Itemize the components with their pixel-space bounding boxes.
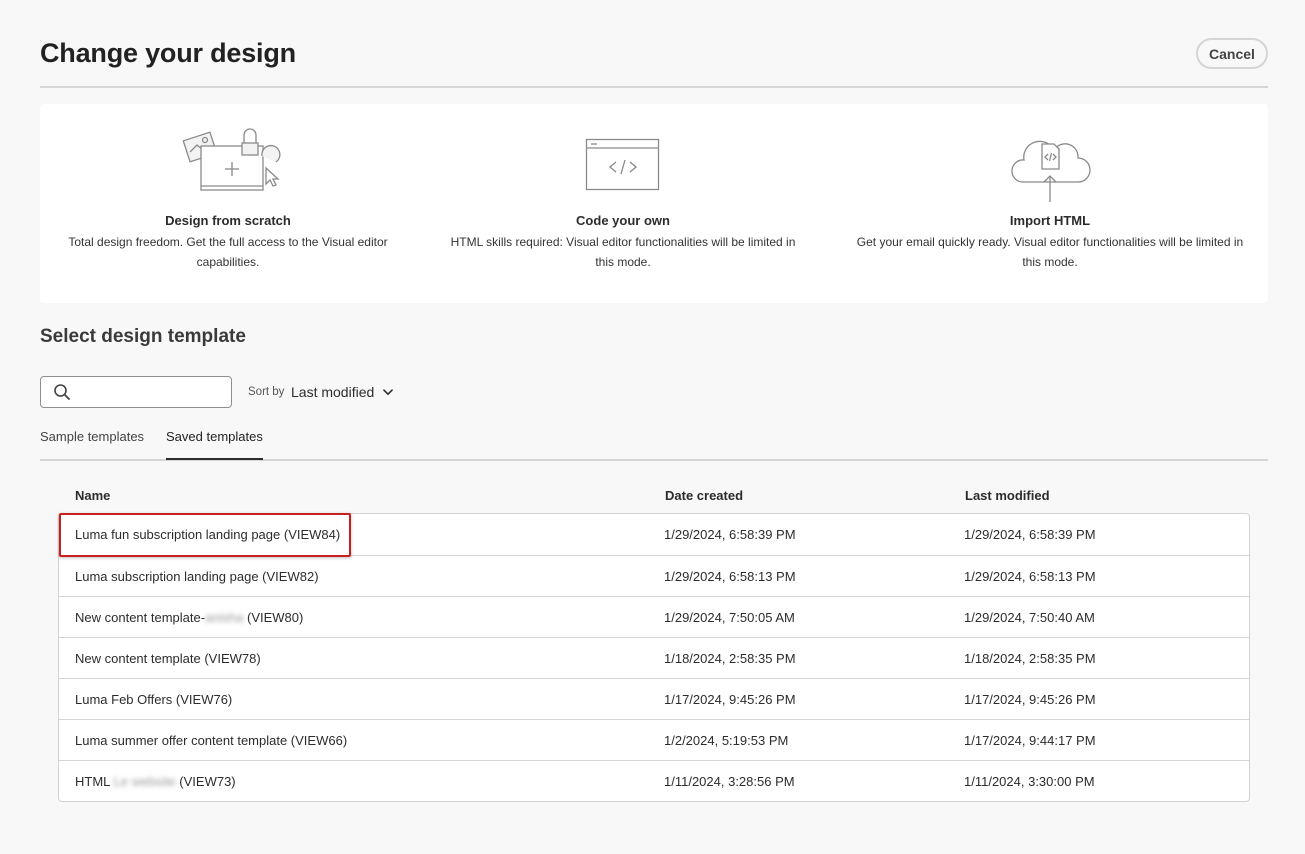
code-window-illustration <box>585 138 660 191</box>
section-title: Select design template <box>40 326 246 347</box>
row-date-created: 1/17/2024, 9:45:26 PM <box>664 692 796 707</box>
cancel-button[interactable]: Cancel <box>1196 38 1268 69</box>
table-row[interactable]: New content template (VIEW78) 1/18/2024,… <box>59 637 1249 678</box>
row-last-modified: 1/29/2024, 7:50:40 AM <box>964 610 1095 625</box>
column-header-last-modified[interactable]: Last modified <box>965 488 1050 503</box>
row-name-prefix: New content template- <box>75 610 206 625</box>
search-input[interactable] <box>77 378 227 406</box>
row-date-created: 1/18/2024, 2:58:35 PM <box>664 651 796 666</box>
option-description: Get your email quickly ready. Visual edi… <box>856 235 1244 269</box>
redacted-text: anisha <box>205 610 244 625</box>
row-name-prefix: HTML <box>75 774 114 789</box>
row-date-created: 1/29/2024, 7:50:05 AM <box>664 610 795 625</box>
design-options-panel: Design from scratch Total design freedom… <box>40 104 1268 303</box>
redacted-text: Le website <box>113 774 176 789</box>
row-name: Luma fun subscription landing page (VIEW… <box>75 527 341 542</box>
row-name: Luma subscription landing page (VIEW82) <box>75 569 319 584</box>
table-row[interactable]: Luma Feb Offers (VIEW76) 1/17/2024, 9:45… <box>59 678 1249 719</box>
tab-sample-templates[interactable]: Sample templates <box>40 429 144 458</box>
option-title: Code your own <box>576 213 670 228</box>
template-tabs: Sample templates Saved templates <box>40 420 1268 461</box>
row-date-created: 1/11/2024, 3:28:56 PM <box>664 774 795 789</box>
row-name: Luma summer offer content template (VIEW… <box>75 733 348 748</box>
tab-saved-templates[interactable]: Saved templates <box>166 429 263 460</box>
option-description: Total design freedom. Get the full acces… <box>68 235 388 269</box>
table-row[interactable]: HTML Le website (VIEW73) 1/11/2024, 3:28… <box>59 760 1249 801</box>
row-name: New content template (VIEW78) <box>75 651 261 666</box>
chevron-down-icon <box>383 388 394 395</box>
row-date-created: 1/29/2024, 6:58:39 PM <box>664 527 796 542</box>
option-title: Import HTML <box>1009 213 1091 228</box>
table-row[interactable]: Luma summer offer content template (VIEW… <box>59 719 1249 760</box>
row-last-modified: 1/11/2024, 3:30:00 PM <box>964 774 1095 789</box>
row-last-modified: 1/17/2024, 9:45:26 PM <box>964 692 1096 707</box>
row-last-modified: 1/17/2024, 9:44:17 PM <box>964 733 1096 748</box>
option-title: Design from scratch <box>165 213 291 228</box>
table-row[interactable]: Luma fun subscription landing page (VIEW… <box>59 514 1249 555</box>
row-date-created: 1/2/2024, 5:19:53 PM <box>664 733 789 748</box>
table-row[interactable]: New content template-anisha (VIEW80) 1/2… <box>59 596 1249 637</box>
page-title: Change your design <box>40 38 296 68</box>
cloud-upload-illustration <box>1011 140 1091 202</box>
row-name: HTML Le website (VIEW73) <box>75 774 236 789</box>
table-header: Name Date created Last modified <box>58 488 1250 506</box>
row-name-suffix: (VIEW73) <box>175 774 236 789</box>
templates-table: Luma fun subscription landing page (VIEW… <box>58 513 1250 802</box>
row-last-modified: 1/18/2024, 2:58:35 PM <box>964 651 1096 666</box>
sort-dropdown[interactable]: Last modified <box>291 383 394 401</box>
option-description: HTML skills required: Visual editor func… <box>450 235 796 269</box>
row-name: New content template-anisha (VIEW80) <box>75 610 303 625</box>
column-header-name[interactable]: Name <box>75 488 110 503</box>
option-design-from-scratch[interactable]: Design from scratch Total design freedom… <box>60 104 396 303</box>
column-header-date-created[interactable]: Date created <box>665 488 743 503</box>
sort-by-label: Sort by <box>248 386 285 398</box>
row-date-created: 1/29/2024, 6:58:13 PM <box>664 569 796 584</box>
row-last-modified: 1/29/2024, 6:58:39 PM <box>964 527 1096 542</box>
table-row[interactable]: Luma subscription landing page (VIEW82) … <box>59 555 1249 596</box>
design-from-scratch-illustration <box>182 128 281 191</box>
row-name-suffix: (VIEW80) <box>243 610 304 625</box>
sort-value: Last modified <box>291 384 375 400</box>
option-code-your-own[interactable]: Code your own HTML skills required: Visu… <box>445 104 801 303</box>
search-field[interactable] <box>40 376 232 408</box>
row-name: Luma Feb Offers (VIEW76) <box>75 692 233 707</box>
title-divider <box>40 86 1268 88</box>
search-icon <box>54 384 70 400</box>
option-import-html[interactable]: Import HTML Get your email quickly ready… <box>850 104 1250 303</box>
row-last-modified: 1/29/2024, 6:58:13 PM <box>964 569 1096 584</box>
